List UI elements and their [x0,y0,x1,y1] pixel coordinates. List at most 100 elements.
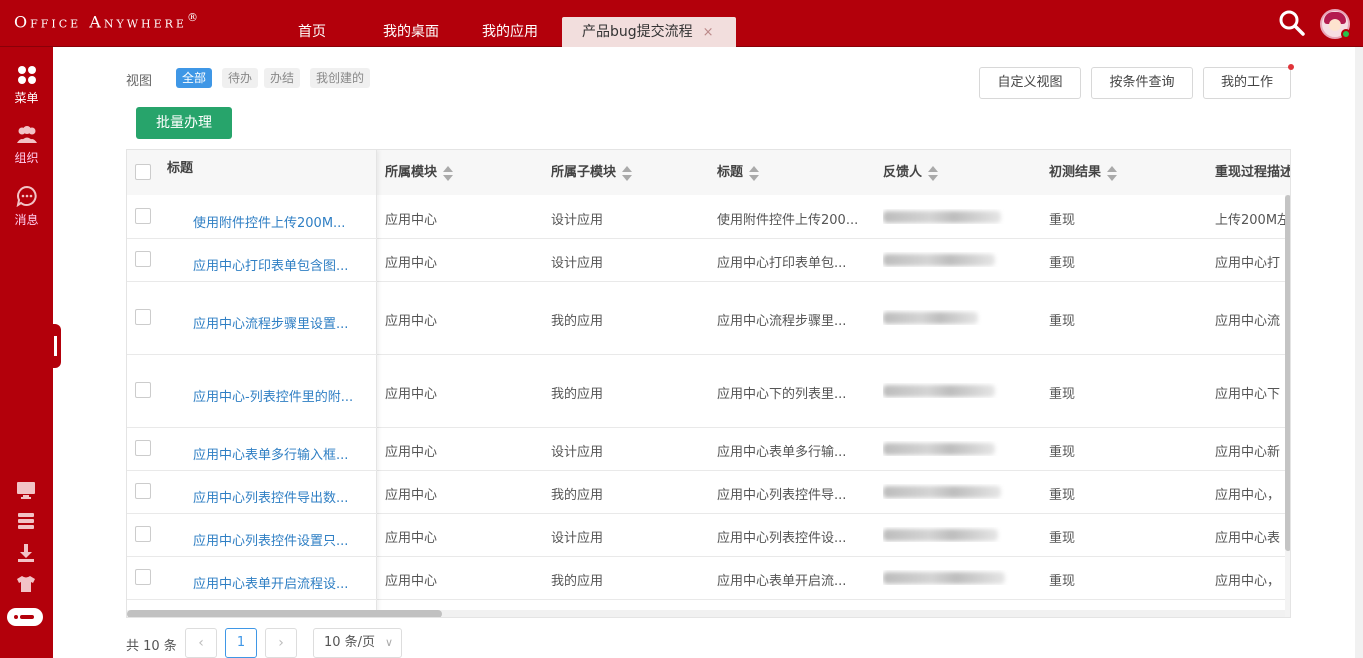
cell-feedback [883,441,1033,456]
cell-submodule: 设计应用 [551,445,604,460]
column-header-submodule[interactable]: 所属子模块 [551,150,633,195]
row-title-link[interactable]: 应用中心表单开启流程设... [193,573,373,592]
redacted-text [883,571,1005,584]
row-divider [127,556,377,557]
tshirt-icon[interactable] [16,574,36,594]
sidebar-item-menu[interactable]: 菜单 [0,65,53,106]
row-title-link[interactable]: 应用中心列表控件设置只... [193,530,373,549]
sort-icon[interactable] [443,164,454,182]
row-checkbox[interactable] [135,569,151,585]
sidebar-collapse-handle[interactable] [53,324,61,368]
redacted-text [883,210,1001,223]
select-all-checkbox[interactable] [135,164,151,180]
nav-tab-my-desktop[interactable]: 我的桌面 [383,17,439,47]
row-title-link[interactable]: 使用附件控件上传200M... [193,212,373,231]
cell-submodule: 设计应用 [551,213,604,228]
row-checkbox[interactable] [135,208,151,224]
layers-icon[interactable] [16,511,36,531]
cell-repro-desc: 应用中心， [1215,574,1281,589]
row-divider [377,427,1290,428]
cell-result: 重现 [1049,574,1076,589]
sort-icon[interactable] [1107,164,1118,182]
batch-process-button[interactable]: 批量办理 [136,107,232,139]
row-divider [377,470,1290,471]
sort-icon[interactable] [928,164,939,182]
my-work-button[interactable]: 我的工作 [1203,67,1291,99]
download-icon[interactable] [16,543,36,563]
cell-title: 应用中心列表控件设... [717,531,847,546]
pager-total: 共 10 条 [126,639,177,654]
sidebar-item-messages[interactable]: 消息 [0,185,53,228]
sidebar-item-org[interactable]: 组织 [0,125,53,166]
page-size-value: 10 条/页 [324,635,376,650]
main-content: 视图 全部 待办 办结 我创建的 自定义视图 按条件查询 我的工作 批量办理 标… [61,47,1355,658]
cell-title: 应用中心流程步骤里... [717,314,847,329]
row-divider [127,427,377,428]
cell-module: 应用中心 [385,445,438,460]
cell-title: 应用中心列表控件导... [717,488,847,503]
row-checkbox[interactable] [135,309,151,325]
cell-title: 使用附件控件上传200... [717,213,859,228]
cell-submodule: 我的应用 [551,387,604,402]
cell-repro-desc: 应用中心， [1215,488,1281,503]
pager-next-button[interactable]: › [265,628,297,658]
table-horizontal-scrollbar[interactable] [127,610,1285,617]
column-header-module[interactable]: 所属模块 [385,150,454,195]
condition-query-button[interactable]: 按条件查询 [1091,67,1193,99]
row-title-link[interactable]: 应用中心打印表单包含图... [193,255,373,274]
cell-result: 重现 [1049,488,1076,503]
row-divider [127,354,377,355]
row-title-link[interactable]: 应用中心流程步骤里设置... [193,313,373,332]
table-vertical-scrollbar[interactable] [1285,195,1290,617]
sort-icon[interactable] [622,164,633,182]
sidebar-item-label: 菜单 [14,91,39,105]
nav-tab-my-apps[interactable]: 我的应用 [482,17,538,47]
view-tab-created-by-me[interactable]: 我创建的 [310,68,371,88]
close-icon[interactable]: × [703,25,714,40]
top-bar: Office Anywhere® 首页 我的桌面 我的应用 产品bug提交流程 × [0,0,1363,47]
row-title-link[interactable]: 应用中心-列表控件里的附... [193,386,373,405]
tab-label: 产品bug提交流程 [582,24,693,40]
column-header-repro-desc[interactable]: 重现过程描述 [1215,150,1290,195]
cell-title: 应用中心表单多行输... [717,445,847,460]
column-header-result[interactable]: 初测结果 [1049,150,1118,195]
row-checkbox[interactable] [135,251,151,267]
cell-feedback [883,252,1033,267]
column-header-title2[interactable]: 标题 [717,150,760,195]
row-checkbox[interactable] [135,483,151,499]
table-header: 所属模块 所属子模块 标题 反馈人 初测结果 重现过程描述 [377,150,1290,195]
cell-result: 重现 [1049,445,1076,460]
logo: Office Anywhere® [14,11,198,32]
row-title-link[interactable]: 应用中心列表控件导出数... [193,487,373,506]
sort-icon[interactable] [749,164,760,182]
row-divider [127,513,377,514]
view-tab-done[interactable]: 办结 [264,68,301,88]
view-tab-all[interactable]: 全部 [176,68,213,88]
column-header-feedback[interactable]: 反馈人 [883,150,939,195]
nav-tab-bug-flow[interactable]: 产品bug提交流程 × [562,17,736,47]
nav-tab-home[interactable]: 首页 [298,17,326,47]
monitor-icon[interactable] [16,480,36,500]
pager-prev-button[interactable]: ‹ [185,628,217,658]
row-divider [127,599,377,600]
redacted-text [883,485,1001,498]
row-title-link[interactable]: 应用中心表单多行输入框... [193,444,373,463]
toggle-icon[interactable] [7,608,43,626]
custom-view-button[interactable]: 自定义视图 [979,67,1081,99]
page-size-select[interactable]: 10 条/页 ∨ [313,628,402,658]
view-tab-todo[interactable]: 待办 [222,68,259,88]
page-scrollbar[interactable] [1355,47,1363,658]
cell-submodule: 我的应用 [551,488,604,503]
row-checkbox[interactable] [135,440,151,456]
online-status-dot [1341,29,1351,39]
sidebar-item-label: 组织 [14,151,39,165]
cell-feedback [883,484,1033,499]
cell-module: 应用中心 [385,531,438,546]
search-icon[interactable] [1278,9,1306,37]
pager-page-1[interactable]: 1 [225,628,257,658]
row-divider [127,238,377,239]
sidebar: 菜单 组织 消息 [0,47,53,658]
cell-result: 重现 [1049,531,1076,546]
row-checkbox[interactable] [135,526,151,542]
row-checkbox[interactable] [135,382,151,398]
